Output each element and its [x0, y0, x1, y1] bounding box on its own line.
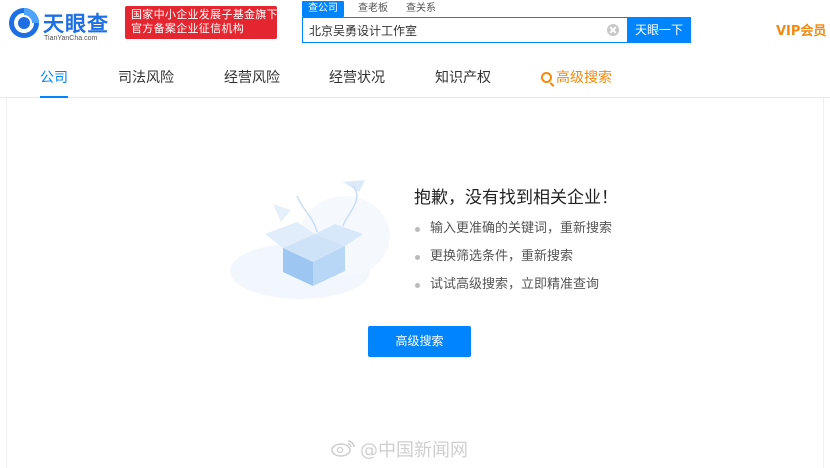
search-box — [302, 17, 628, 43]
logo-title: 天眼查 — [43, 12, 109, 36]
nav-item-operating-status[interactable]: 经营状况 — [329, 67, 385, 87]
badge-line-2: 官方备案企业征信机构 — [131, 22, 244, 35]
category-nav: 公司 司法风险 经营风险 经营状况 知识产权 高级搜索 — [0, 55, 830, 98]
nav-item-intellectual-property[interactable]: 知识产权 — [435, 67, 491, 87]
tab-search-boss[interactable]: 查老板 — [358, 1, 388, 17]
logo[interactable]: 天眼查 TianYanCha.com — [8, 7, 118, 43]
watermark: @中国新闻网 — [330, 436, 468, 461]
tianyancha-logo-icon — [9, 8, 39, 38]
badge-line-1: 国家中小企业发展子基金旗下 — [131, 8, 278, 21]
nav-item-operating-risk[interactable]: 经营风险 — [224, 67, 280, 87]
advanced-search-button[interactable]: 高级搜索 — [368, 326, 471, 357]
official-badge: 国家中小企业发展子基金旗下 官方备案企业征信机构 — [125, 6, 278, 39]
top-header: 天眼查 TianYanCha.com 国家中小企业发展子基金旗下 官方备案企业征… — [0, 0, 830, 55]
weibo-icon — [331, 440, 355, 457]
nav-item-advanced-search[interactable]: 高级搜索 — [541, 67, 612, 87]
tab-search-company[interactable]: 查公司 — [302, 1, 344, 17]
content-divider-left — [6, 98, 7, 468]
content-divider-right — [823, 98, 824, 468]
nav-item-company[interactable]: 公司 — [40, 67, 68, 98]
empty-state-tips: 输入更准确的关键词，重新搜索 更换筛选条件，重新搜索 试试高级搜索，立即精准查询 — [414, 220, 612, 304]
watermark-text: @中国新闻网 — [360, 440, 468, 461]
search-input[interactable] — [303, 18, 603, 42]
empty-state-title: 抱歉，没有找到相关企业！ — [414, 188, 618, 208]
tab-search-relation[interactable]: 查关系 — [406, 1, 436, 17]
logo-domain: TianYanCha.com — [44, 35, 98, 42]
tip-item: 更换筛选条件，重新搜索 — [414, 248, 612, 276]
tip-item: 输入更准确的关键词，重新搜索 — [414, 220, 612, 248]
clear-icon[interactable] — [607, 24, 619, 36]
search-icon — [541, 72, 552, 83]
nav-advanced-label: 高级搜索 — [556, 70, 612, 86]
nav-item-legal-risk[interactable]: 司法风险 — [118, 67, 174, 87]
vip-link[interactable]: VIP会员 — [776, 20, 826, 39]
empty-box-illustration — [230, 180, 390, 299]
tip-item: 试试高级搜索，立即精准查询 — [414, 276, 612, 304]
search-button[interactable]: 天眼一下 — [627, 17, 691, 43]
